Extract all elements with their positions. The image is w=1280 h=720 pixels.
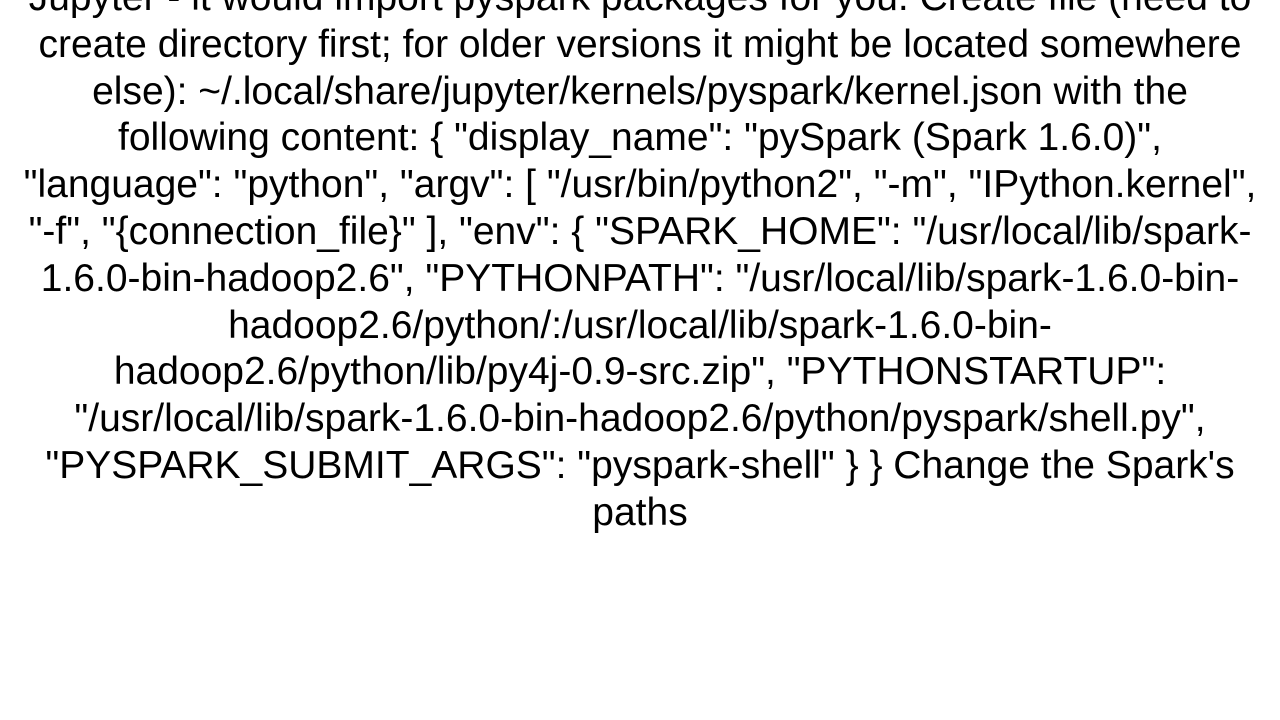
document-body-text: Jupyter - it would import pyspark packag… <box>0 0 1280 537</box>
